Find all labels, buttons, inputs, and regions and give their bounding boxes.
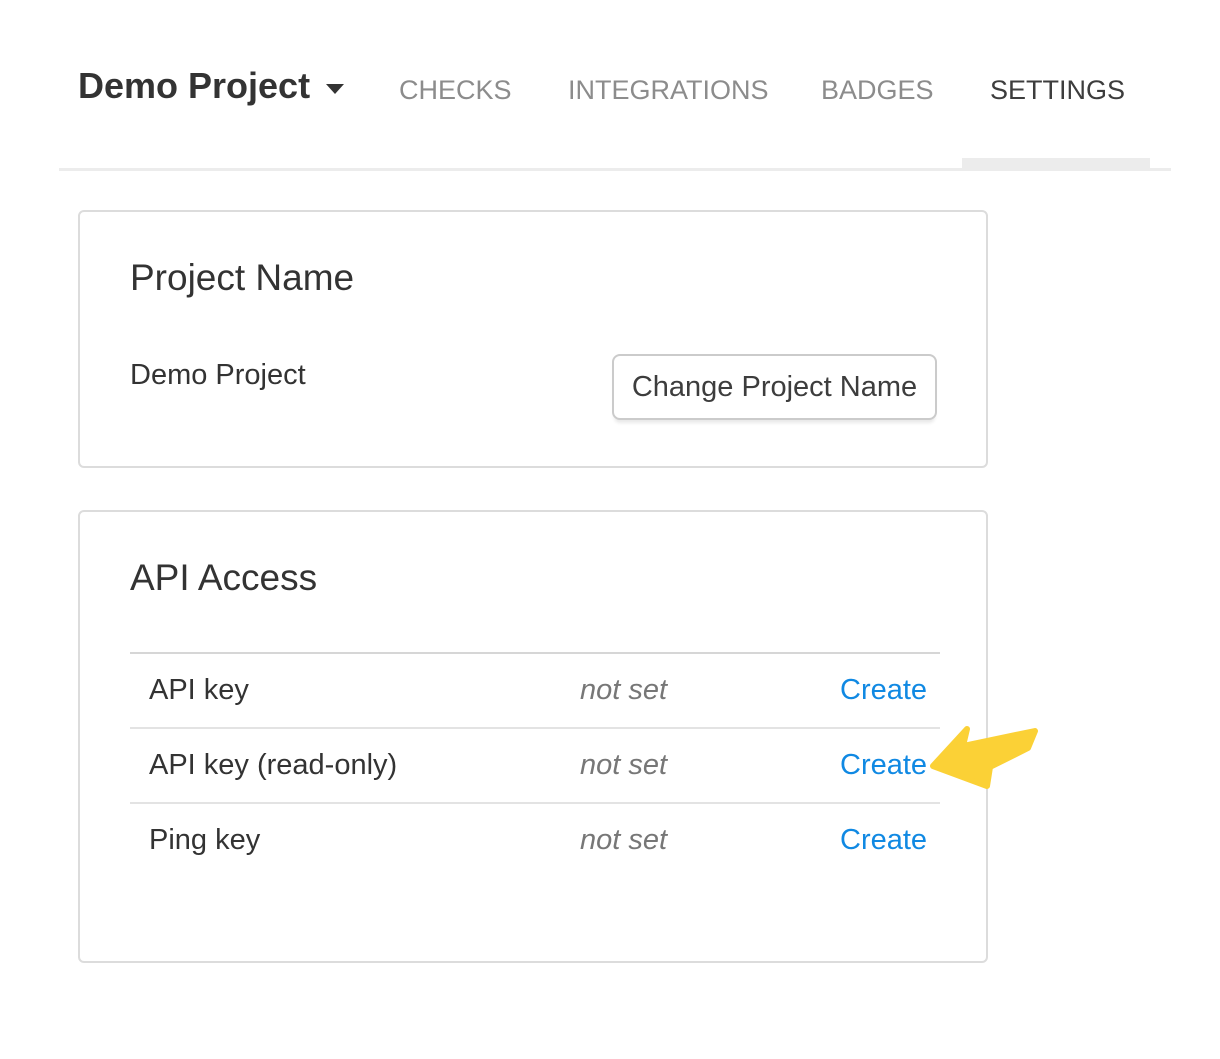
api-key-status: not set bbox=[580, 674, 840, 707]
create-api-key-link[interactable]: Create bbox=[840, 674, 927, 706]
ping-key-label: Ping key bbox=[130, 824, 580, 857]
tab-badges[interactable]: BADGES bbox=[821, 76, 934, 104]
table-row-ping-key: Ping key not set Create bbox=[130, 804, 940, 877]
project-dropdown-toggle[interactable]: Demo Project bbox=[78, 64, 344, 108]
api-access-card-title: API Access bbox=[130, 556, 317, 600]
current-project-name: Demo Project bbox=[130, 358, 306, 392]
api-key-readonly-label: API key (read-only) bbox=[130, 749, 580, 782]
api-access-card: API Access API key not set Create API ke… bbox=[78, 510, 988, 963]
tab-integrations[interactable]: INTEGRATIONS bbox=[568, 76, 769, 104]
change-project-name-button[interactable]: Change Project Name bbox=[612, 354, 937, 420]
project-name-card: Project Name Demo Project Change Project… bbox=[78, 210, 988, 468]
table-row-api-key: API key not set Create bbox=[130, 654, 940, 729]
callout-arrow-icon bbox=[918, 712, 1043, 802]
chevron-down-icon bbox=[326, 84, 344, 94]
tab-settings[interactable]: SETTINGS bbox=[990, 76, 1125, 104]
callout-arrow-shape bbox=[933, 729, 1035, 786]
header-divider bbox=[59, 168, 1171, 171]
api-keys-table: API key not set Create API key (read-onl… bbox=[130, 652, 940, 877]
api-key-readonly-status: not set bbox=[580, 749, 840, 782]
tab-checks[interactable]: CHECKS bbox=[399, 76, 512, 104]
project-title: Demo Project bbox=[78, 64, 310, 108]
create-api-key-readonly-link[interactable]: Create bbox=[840, 749, 927, 781]
project-name-card-title: Project Name bbox=[130, 256, 354, 300]
api-key-label: API key bbox=[130, 674, 580, 707]
settings-page: Demo Project CHECKS INTEGRATIONS BADGES … bbox=[0, 0, 1220, 1059]
create-ping-key-link[interactable]: Create bbox=[840, 824, 927, 856]
ping-key-status: not set bbox=[580, 824, 840, 857]
table-row-api-key-readonly: API key (read-only) not set Create bbox=[130, 729, 940, 804]
